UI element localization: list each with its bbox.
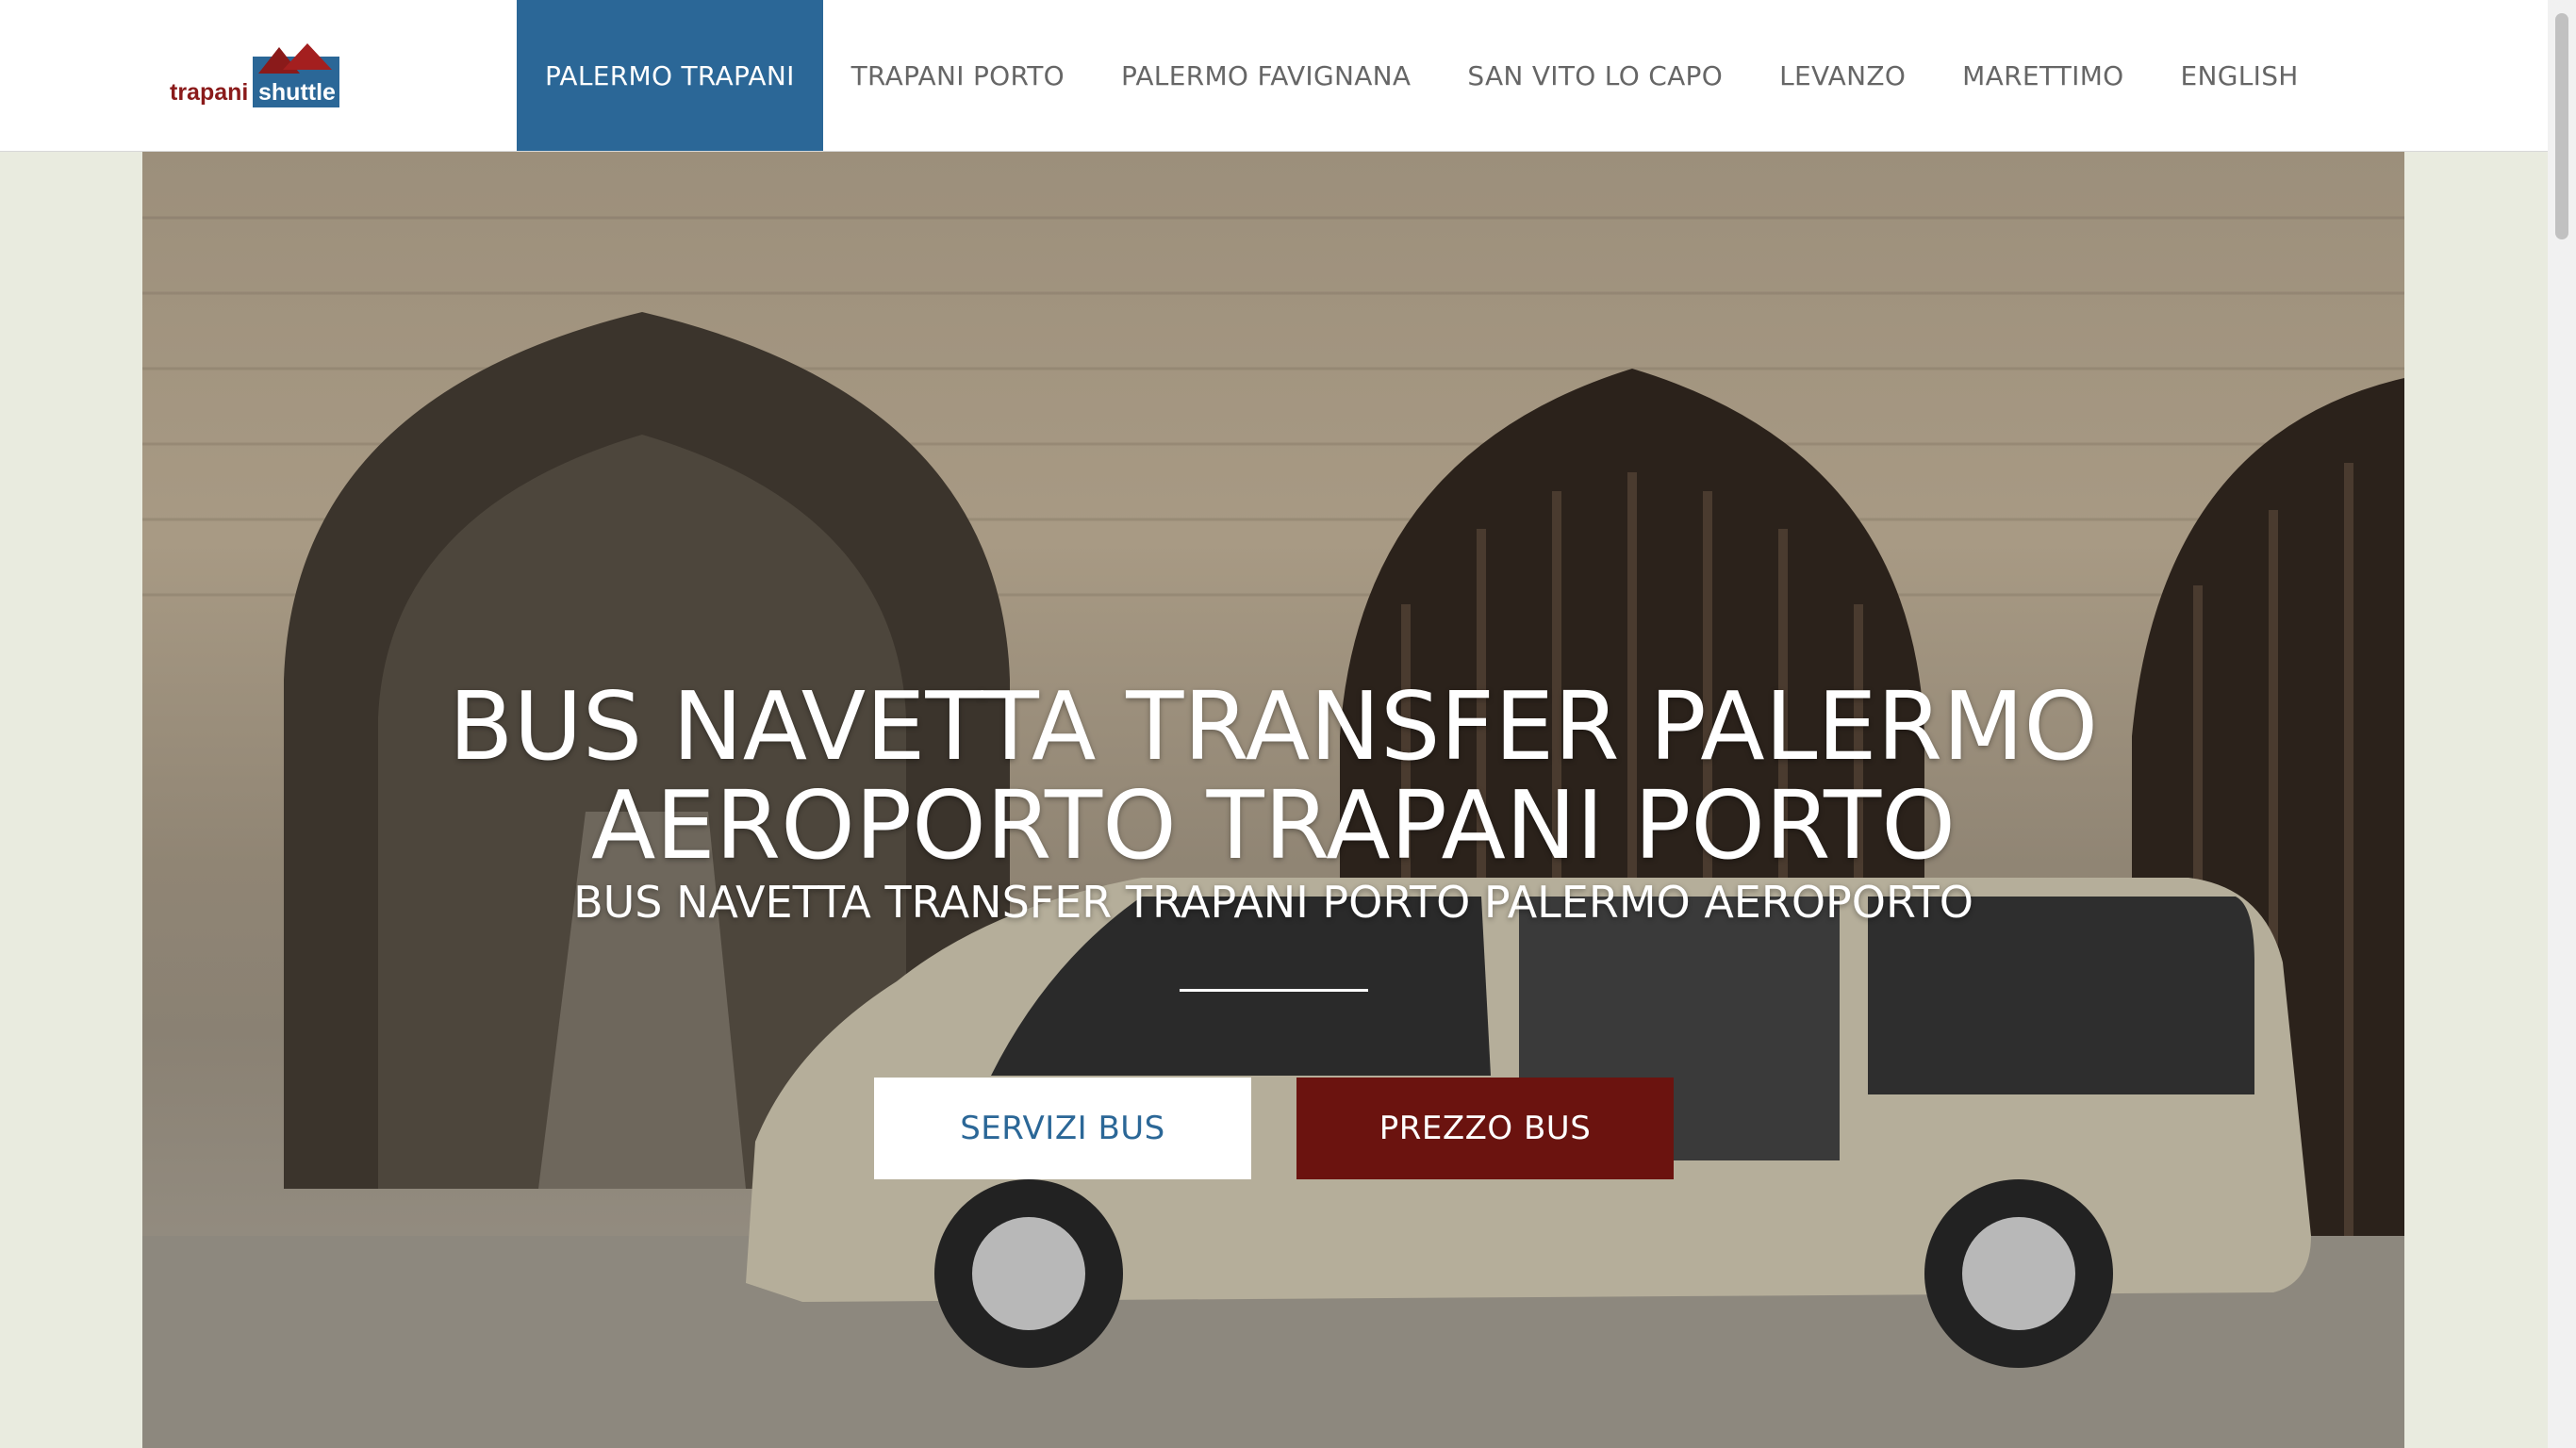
- servizi-bus-button[interactable]: SERVIZI BUS: [874, 1078, 1251, 1179]
- nav-item-trapani-porto[interactable]: TRAPANI PORTO: [823, 0, 1093, 151]
- prezzo-bus-button[interactable]: PREZZO BUS: [1296, 1078, 1674, 1179]
- main-nav: PALERMO TRAPANI TRAPANI PORTO PALERMO FA…: [517, 0, 2327, 151]
- hero-divider: [1180, 989, 1368, 992]
- hero-title-line1: BUS NAVETTA TRANSFER PALERMO: [448, 671, 2099, 782]
- nav-item-english[interactable]: ENGLISH: [2153, 0, 2327, 151]
- trapani-shuttle-logo[interactable]: trapani shuttle: [168, 41, 342, 109]
- nav-item-levanzo[interactable]: LEVANZO: [1751, 0, 1934, 151]
- hero-title-line2: AEROPORTO TRAPANI PORTO: [591, 770, 1956, 880]
- nav-item-marettimo[interactable]: MARETTIMO: [1934, 0, 2152, 151]
- logo-text-shuttle: shuttle: [258, 79, 336, 106]
- top-navbar: trapani shuttle PALERMO TRAPANI TRAPANI …: [0, 0, 2548, 152]
- nav-item-san-vito-lo-capo[interactable]: SAN VITO LO CAPO: [1439, 0, 1751, 151]
- nav-item-palermo-favignana[interactable]: PALERMO FAVIGNANA: [1093, 0, 1439, 151]
- logo-text-trapani: trapani: [170, 79, 248, 106]
- hero-title: BUS NAVETTA TRANSFER PALERMO AEROPORTO T…: [142, 677, 2404, 875]
- nav-item-palermo-trapani[interactable]: PALERMO TRAPANI: [517, 0, 823, 151]
- hero-subtitle: BUS NAVETTA TRANSFER TRAPANI PORTO PALER…: [573, 877, 1973, 928]
- hero-banner: BUS NAVETTA TRANSFER PALERMO AEROPORTO T…: [142, 152, 2404, 1448]
- scrollbar-thumb[interactable]: [2555, 13, 2568, 239]
- page-scrollbar[interactable]: [2548, 0, 2576, 1448]
